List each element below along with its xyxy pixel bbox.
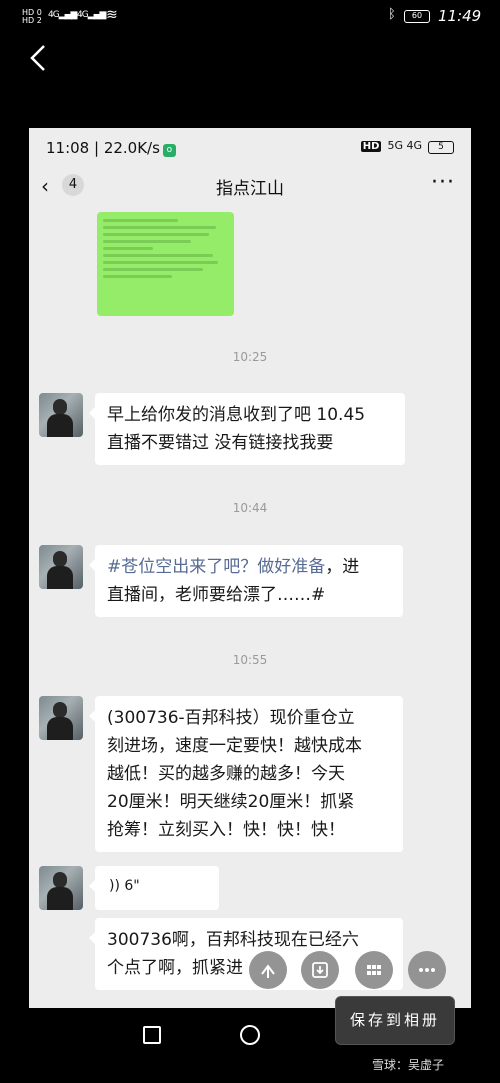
message-bubble[interactable]: #苍位空出来了吧？做好准备，进 直播间，老师要给漂了……#: [89, 545, 403, 617]
sent-image-message[interactable]: [97, 212, 234, 316]
home-icon[interactable]: [240, 1025, 260, 1045]
message-bubble[interactable]: (300736-百邦科技）现价重仓立 刻进场，速度一定要快！越快成本 越低！买的…: [89, 696, 403, 852]
timestamp: 10:44: [232, 501, 268, 515]
back-arrow-icon[interactable]: [24, 40, 56, 76]
download-icon[interactable]: [301, 951, 339, 989]
avatar[interactable]: [39, 866, 83, 910]
more-icon[interactable]: ···: [431, 170, 455, 195]
share-icon[interactable]: [249, 951, 287, 989]
hd-icon: HD: [360, 141, 382, 152]
avatar[interactable]: [39, 696, 83, 740]
message-bubble[interactable]: 早上给你发的消息收到了吧 10.45 直播不要错过 没有链接找我要: [89, 393, 405, 465]
recent-apps-icon[interactable]: [143, 1026, 161, 1044]
hd-label-2: HD 2: [22, 16, 42, 25]
chat-screenshot: 11:08 | 22.0K/s o HD 5G 4G 5 ‹ 4 指点江山 ··· 1…: [29, 128, 471, 1008]
chat-title: 指点江山: [216, 179, 284, 199]
inner-status-right: HD 5G 4G 5: [360, 139, 454, 154]
signal-icon: 5G 4G: [387, 139, 422, 152]
voice-duration: 6": [124, 878, 140, 894]
network-indicator: HD 0 HD 2: [22, 9, 42, 25]
timestamp: 10:55: [232, 653, 268, 667]
hashtag-link[interactable]: #苍位空出来了吧？做好准备: [107, 557, 325, 577]
signal-icon: 4G▂▄▆: [48, 10, 77, 20]
wifi-icon: ≋: [106, 7, 118, 23]
chat-header: ‹ 4 指点江山 ···: [29, 166, 471, 206]
inner-time: 11:08 | 22.0K/s o: [46, 139, 176, 157]
grid-icon[interactable]: [355, 951, 393, 989]
voice-message[interactable]: )) 6": [89, 866, 219, 910]
avatar[interactable]: [39, 393, 83, 437]
signal-icon: 4G▂▄▆: [77, 10, 106, 20]
more-options-icon[interactable]: [408, 951, 446, 989]
bluetooth-icon: ᛒ: [388, 7, 396, 22]
save-to-album-button[interactable]: 保存到相册: [335, 996, 455, 1045]
voice-wave-icon: )): [109, 878, 125, 894]
app-notification-icon: o: [162, 144, 176, 157]
status-time: 11:49: [438, 7, 482, 25]
watermark: 雪球：吴虚子: [372, 1058, 445, 1072]
battery-icon: 5: [428, 141, 454, 154]
avatar[interactable]: [39, 545, 83, 589]
timestamp: 10:25: [232, 350, 268, 364]
battery-icon: 60: [404, 10, 430, 23]
outer-status-bar: HD 0 HD 2 4G▂▄▆ 4G▂▄▆ ≋ ᛒ 60 11:49: [0, 0, 500, 34]
inner-status-bar: 11:08 | 22.0K/s o HD 5G 4G 5: [29, 128, 471, 166]
